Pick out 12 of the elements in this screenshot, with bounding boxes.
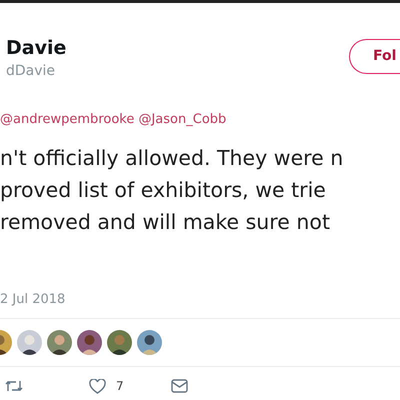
mail-icon[interactable] [170,379,188,393]
tweet-date: 2 Jul 2018 [0,292,66,307]
tweet-text-line: removed and will make sure not [0,209,330,236]
retweet-icon[interactable] [5,379,23,393]
tweet-text-line: n't officially allowed. They were n [0,145,344,172]
follow-button[interactable]: Fol [349,39,400,74]
tweet-text-line: proved list of exhibitors, we trie [0,177,326,204]
reply-mentions[interactable]: @andrewpembrooke @Jason_Cobb [0,112,226,127]
like-count: 7 [116,378,124,395]
author-name: Davie [6,36,66,60]
heart-icon[interactable] [89,378,106,394]
author-handle: dDavie [6,62,56,81]
